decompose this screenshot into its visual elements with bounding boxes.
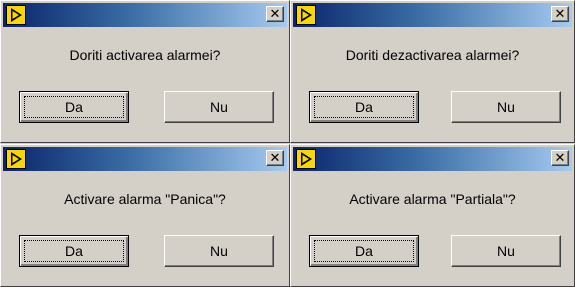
no-button[interactable]: Nu bbox=[164, 235, 274, 267]
close-button[interactable]: ✕ bbox=[266, 6, 284, 22]
yes-button-label: Da bbox=[65, 243, 83, 259]
no-button-label: Nu bbox=[497, 243, 515, 259]
close-button[interactable]: ✕ bbox=[266, 150, 284, 166]
close-icon: ✕ bbox=[269, 6, 281, 22]
dialog-panic-alarm: ✕ Activare alarma "Panica"? Da Nu bbox=[0, 144, 290, 287]
yes-button-label: Da bbox=[355, 99, 373, 115]
yes-button[interactable]: Da bbox=[309, 235, 419, 267]
dialog-message: Doriti activarea alarmei? bbox=[69, 47, 221, 63]
no-button[interactable]: Nu bbox=[451, 91, 561, 123]
dialog-message: Activare alarma "Panica"? bbox=[64, 191, 226, 207]
dialog-deactivate-alarm: ✕ Doriti dezactivarea alarmei? Da Nu bbox=[290, 0, 575, 143]
labview-run-icon bbox=[6, 5, 26, 25]
title-bar[interactable]: ✕ bbox=[3, 147, 287, 171]
close-icon: ✕ bbox=[554, 150, 566, 166]
title-bar[interactable]: ✕ bbox=[3, 3, 287, 27]
dialog-message: Activare alarma "Partiala"? bbox=[349, 191, 516, 207]
dialog-partial-alarm: ✕ Activare alarma "Partiala"? Da Nu bbox=[290, 144, 575, 287]
yes-button[interactable]: Da bbox=[309, 91, 419, 123]
no-button[interactable]: Nu bbox=[164, 91, 274, 123]
yes-button-label: Da bbox=[65, 99, 83, 115]
dialog-message: Doriti dezactivarea alarmei? bbox=[345, 47, 520, 63]
close-icon: ✕ bbox=[554, 6, 566, 22]
labview-run-icon bbox=[296, 149, 316, 169]
title-bar[interactable]: ✕ bbox=[293, 147, 572, 171]
labview-run-icon bbox=[6, 149, 26, 169]
close-button[interactable]: ✕ bbox=[551, 6, 569, 22]
close-button[interactable]: ✕ bbox=[551, 150, 569, 166]
yes-button-label: Da bbox=[355, 243, 373, 259]
no-button-label: Nu bbox=[210, 99, 228, 115]
no-button[interactable]: Nu bbox=[451, 235, 561, 267]
no-button-label: Nu bbox=[210, 243, 228, 259]
close-icon: ✕ bbox=[269, 150, 281, 166]
no-button-label: Nu bbox=[497, 99, 515, 115]
dialog-activate-alarm: ✕ Doriti activarea alarmei? Da Nu bbox=[0, 0, 290, 143]
yes-button[interactable]: Da bbox=[19, 235, 129, 267]
yes-button[interactable]: Da bbox=[19, 91, 129, 123]
labview-run-icon bbox=[296, 5, 316, 25]
title-bar[interactable]: ✕ bbox=[293, 3, 572, 27]
